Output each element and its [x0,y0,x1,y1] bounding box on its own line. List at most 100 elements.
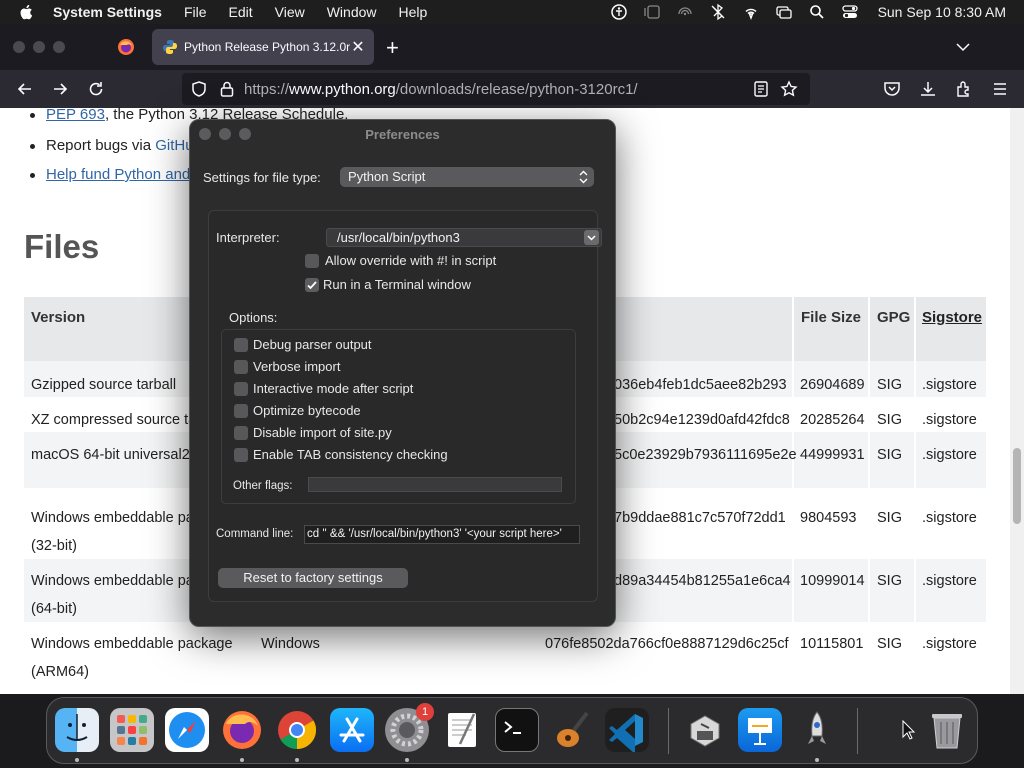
stage-manager-icon[interactable] [643,3,661,21]
pocket-icon[interactable] [882,79,902,99]
gpg-sig-link[interactable]: SIG [877,442,902,469]
menu-app-name[interactable]: System Settings [53,4,162,20]
garageband-icon[interactable] [550,708,594,752]
apple-menu-icon[interactable] [18,3,36,21]
version-link-line2[interactable]: (ARM64) [31,659,89,686]
list-all-tabs-icon[interactable] [954,38,972,56]
reader-view-icon[interactable] [752,80,770,98]
page-scrollbar-thumb[interactable] [1013,448,1021,524]
vscode-icon[interactable] [605,708,649,754]
debug-parser-checkbox[interactable] [234,338,248,352]
column-header-sigstore[interactable]: Sigstore [922,304,982,331]
reset-factory-settings-button[interactable]: Reset to factory settings [218,568,408,588]
terminal-icon[interactable] [495,708,539,752]
chrome-icon[interactable] [275,708,319,752]
tab-title: Python Release Python 3.12.0rc1 [184,40,350,54]
gpg-sig-link[interactable]: SIG [877,407,902,434]
python-launcher-icon[interactable] [683,708,727,752]
sigstore-link[interactable]: .sigstore [922,407,977,434]
version-link-line2[interactable]: (64-bit) [31,596,77,623]
os-cell: Windows [261,636,320,652]
window-minimize-button[interactable] [33,41,45,53]
version-link[interactable]: Windows embeddable package [31,631,233,658]
preferences-dialog: Preferences Settings for file type: Pyth… [189,119,616,627]
tab-python-release[interactable]: Python Release Python 3.12.0rc1 ✕ [152,29,374,65]
menu-window[interactable]: Window [327,4,377,20]
tracking-shield-icon[interactable] [190,80,208,98]
other-flags-label: Other flags: [233,480,293,492]
optimize-bytecode-checkbox[interactable] [234,404,248,418]
gpg-sig-link[interactable]: SIG [877,505,902,532]
page-scrollbar[interactable] [1010,108,1024,694]
list-item: Help fund Python and i [30,166,198,183]
settings-group-box: Interpreter: /usr/local/bin/python3 Allo… [208,210,602,602]
verbose-import-checkbox[interactable] [234,360,248,374]
gpg-sig-link[interactable]: SIG [877,568,902,595]
dialog-titlebar[interactable]: Preferences [190,120,615,148]
window-close-button[interactable] [13,41,25,53]
back-arrow-icon[interactable] [15,79,35,99]
bookmark-star-icon[interactable] [780,80,798,98]
allow-override-checkbox[interactable] [305,254,319,268]
sigstore-link[interactable]: .sigstore [922,568,977,595]
filetype-popup[interactable]: Python Script [340,167,594,187]
screen-mirroring-icon[interactable] [775,3,793,21]
gpg-sig-link[interactable]: SIG [877,631,902,658]
allow-override-label: Allow override with #! in script [325,253,497,268]
launchpad-icon[interactable] [110,708,154,752]
extensions-icon[interactable] [954,79,974,99]
version-link[interactable]: Windows embeddable pa [31,568,194,595]
help-fund-link[interactable]: Help fund Python and i [46,166,198,183]
airdrop-icon[interactable] [676,3,694,21]
interpreter-combo[interactable]: /usr/local/bin/python3 [326,228,602,247]
new-tab-button[interactable]: + [386,35,399,61]
sigstore-link[interactable]: .sigstore [922,505,977,532]
accessibility-icon[interactable] [610,3,628,21]
finder-icon[interactable] [55,708,99,752]
control-center-icon[interactable] [841,3,859,21]
tab-consistency-checkbox[interactable] [234,448,248,462]
textedit-icon[interactable] [440,708,484,752]
keynote-icon[interactable] [738,708,782,752]
pinned-tab-firefox[interactable] [108,32,144,62]
menu-bar-clock[interactable]: Sun Sep 10 8:30 AM [878,4,1006,20]
pep-693-link[interactable]: PEP 693 [46,108,105,123]
gpg-sig-link[interactable]: SIG [877,372,902,399]
window-zoom-button[interactable] [53,41,65,53]
sigstore-link[interactable]: .sigstore [922,631,977,658]
forward-arrow-icon[interactable] [50,79,70,99]
version-link[interactable]: XZ compressed source tar [31,407,201,434]
version-link[interactable]: Gzipped source tarball [31,372,176,399]
sigstore-link[interactable]: .sigstore [922,442,977,469]
command-line-field[interactable]: cd '' && '/usr/local/bin/python3' '<your… [304,525,580,544]
version-link-line2[interactable]: (32-bit) [31,533,77,560]
version-link[interactable]: Windows embeddable pa [31,505,194,532]
menu-help[interactable]: Help [399,4,428,20]
firefox-icon[interactable] [220,708,264,752]
rocket-icon[interactable] [795,708,839,752]
lock-icon[interactable] [218,80,236,98]
wifi-icon[interactable] [742,3,760,21]
run-terminal-checkbox[interactable] [305,278,319,292]
reload-icon[interactable] [86,79,106,99]
other-flags-input[interactable] [308,477,562,492]
hamburger-menu-icon[interactable] [990,79,1010,99]
spotlight-search-icon[interactable] [808,3,826,21]
menu-view[interactable]: View [275,4,305,20]
tab-close-icon[interactable]: ✕ [350,37,366,57]
disable-site-checkbox[interactable] [234,426,248,440]
downloads-icon[interactable] [918,79,938,99]
interpreter-dropdown-button[interactable] [584,230,599,245]
safari-icon[interactable] [165,708,209,752]
menu-edit[interactable]: Edit [229,4,253,20]
trash-icon[interactable] [925,708,969,752]
version-link[interactable]: macOS 64-bit universal2 i [31,442,197,469]
sigstore-link[interactable]: .sigstore [922,372,977,399]
menu-bar: System Settings File Edit View Window He… [0,0,1024,24]
interactive-mode-checkbox[interactable] [234,382,248,396]
chevron-down-icon [587,235,596,241]
menu-file[interactable]: File [184,4,207,20]
address-bar[interactable]: https://www.python.org/downloads/release… [182,73,810,105]
bluetooth-off-icon[interactable] [709,3,727,21]
app-store-icon[interactable] [330,708,374,752]
